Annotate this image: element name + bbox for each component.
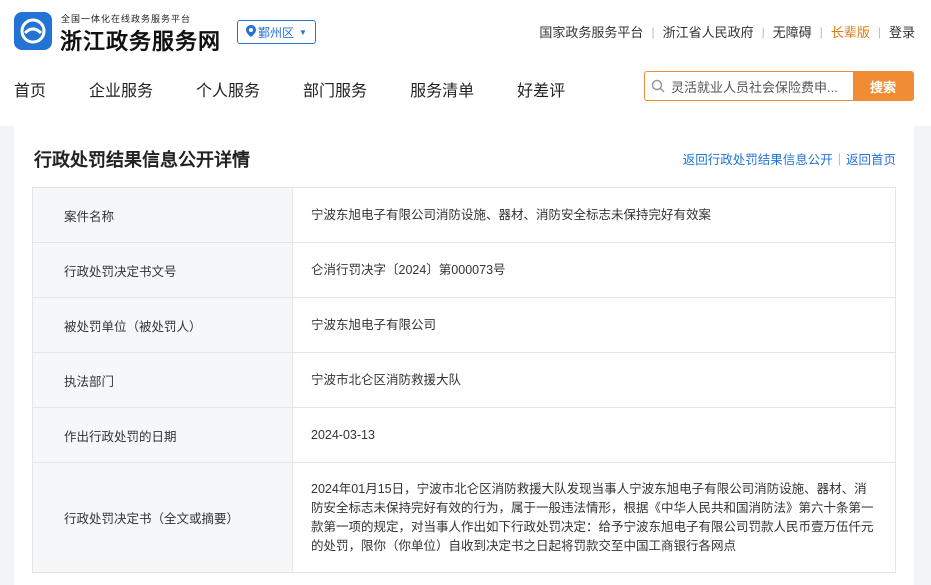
back-to-home-link[interactable]: 返回首页	[846, 149, 896, 168]
search-button[interactable]: 搜索	[853, 72, 913, 100]
table-row: 作出行政处罚的日期 2024-03-13	[33, 408, 895, 463]
logo-icon	[20, 18, 46, 44]
link-provincial-government[interactable]: 浙江省人民政府	[663, 22, 754, 41]
search-icon	[645, 72, 671, 100]
nav-item-home[interactable]: 首页	[14, 77, 46, 101]
location-pin-icon	[246, 24, 257, 40]
main-nav: 首页 企业服务 个人服务 部门服务 服务清单 好差评	[14, 77, 608, 101]
nav-item-rating[interactable]: 好差评	[517, 77, 565, 101]
row-value: 宁波东旭电子有限公司	[311, 317, 437, 332]
row-label: 案件名称	[33, 188, 293, 242]
link-login[interactable]: 登录	[889, 22, 915, 41]
brand-name[interactable]: 浙江政务服务网	[60, 24, 221, 56]
row-value: 宁波东旭电子有限公司消防设施、器材、消防安全标志未保持完好有效案	[311, 207, 712, 222]
nav-item-enterprise[interactable]: 企业服务	[89, 77, 153, 101]
row-value: 仑消行罚决字〔2024〕第000073号	[311, 262, 506, 277]
row-label: 行政处罚决定书文号	[33, 243, 293, 297]
divider: |	[819, 24, 823, 39]
link-elder-version[interactable]: 长辈版	[831, 22, 870, 41]
row-label: 行政处罚决定书（全文或摘要）	[33, 463, 293, 572]
search-input[interactable]	[671, 72, 853, 100]
top-links: 国家政务服务平台 | 浙江省人民政府 | 无障碍 | 长辈版 | 登录	[539, 22, 915, 41]
table-row: 被处罚单位（被处罚人） 宁波东旭电子有限公司	[33, 298, 895, 353]
row-label: 被处罚单位（被处罚人）	[33, 298, 293, 352]
link-national-platform[interactable]: 国家政务服务平台	[539, 22, 643, 41]
divider: |	[877, 24, 881, 39]
table-row: 执法部门 宁波市北仑区消防救援大队	[33, 353, 895, 408]
region-label: 鄞州区	[258, 25, 295, 40]
table-row: 行政处罚决定书（全文或摘要） 2024年01月15日，宁波市北仑区消防救援大队发…	[33, 463, 895, 573]
divider: |	[761, 24, 765, 39]
detail-table: 案件名称 宁波东旭电子有限公司消防设施、器材、消防安全标志未保持完好有效案 行政…	[32, 187, 896, 573]
nav-item-personal[interactable]: 个人服务	[196, 77, 260, 101]
link-accessibility[interactable]: 无障碍	[773, 22, 812, 41]
site-logo[interactable]	[14, 12, 52, 50]
divider: |	[837, 151, 841, 166]
row-value: 2024-03-13	[311, 427, 375, 442]
table-row: 案件名称 宁波东旭电子有限公司消防设施、器材、消防安全标志未保持完好有效案	[33, 188, 895, 243]
page-title: 行政处罚结果信息公开详情	[34, 150, 250, 170]
row-label: 作出行政处罚的日期	[33, 408, 293, 462]
row-value: 宁波市北仑区消防救援大队	[311, 372, 462, 387]
divider: |	[651, 24, 655, 39]
card-links: 返回行政处罚结果信息公开 | 返回首页	[683, 149, 896, 168]
site-header: 全国一体化在线政务服务平台 浙江政务服务网 鄞州区 ▼ 国家政务服务平台 | 浙…	[0, 0, 931, 126]
caret-down-icon: ▼	[299, 27, 307, 37]
row-label: 执法部门	[33, 353, 293, 407]
region-selector[interactable]: 鄞州区 ▼	[237, 20, 316, 44]
table-row: 行政处罚决定书文号 仑消行罚决字〔2024〕第000073号	[33, 243, 895, 298]
nav-item-department[interactable]: 部门服务	[303, 77, 367, 101]
row-value: 2024年01月15日，宁波市北仑区消防救援大队发现当事人宁波东旭电子有限公司消…	[311, 481, 874, 553]
search-bar: 搜索	[644, 71, 914, 101]
detail-card: 行政处罚结果信息公开详情 返回行政处罚结果信息公开 | 返回首页 案件名称 宁波…	[14, 126, 914, 585]
back-to-list-link[interactable]: 返回行政处罚结果信息公开	[683, 149, 833, 168]
nav-item-service-list[interactable]: 服务清单	[410, 77, 474, 101]
